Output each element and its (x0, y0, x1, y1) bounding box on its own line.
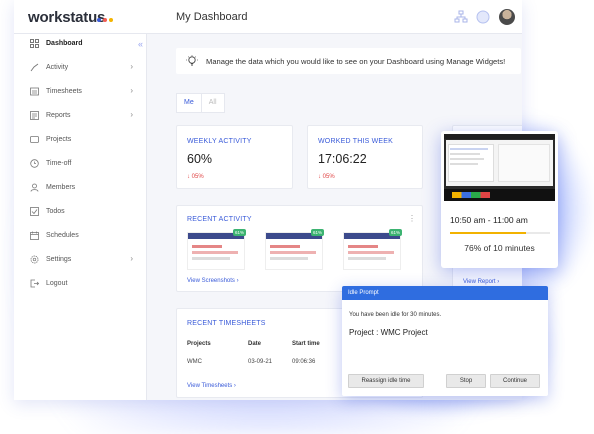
manage-widgets-banner: Manage the data which you would like to … (176, 48, 521, 74)
sidebar-item-label: Activity (46, 63, 69, 71)
sidebar: « Dashboard Activity › Timesheets › Repo… (14, 34, 147, 400)
card-title: RECENT ACTIVITY (187, 216, 252, 223)
worked-this-week-value: 17:06:22 (318, 152, 367, 166)
tab-all[interactable]: All (202, 94, 224, 112)
sidebar-item-schedules[interactable]: Schedules (14, 223, 147, 247)
screenshot-preview-image[interactable] (444, 134, 555, 201)
card-title: WEEKLY ACTIVITY (187, 138, 252, 145)
weekly-activity-value: 60% (187, 152, 213, 166)
column-header: Date (248, 341, 262, 347)
activity-percent: 76% of 10 minutes (464, 243, 535, 253)
page-title: My Dashboard (176, 11, 248, 23)
tab-me[interactable]: Me (177, 94, 202, 112)
sidebar-item-label: Time-off (46, 159, 72, 167)
view-report-link[interactable]: View Report › (463, 279, 499, 285)
recent-activity-card: RECENT ACTIVITY ⋮ 61% 61% 61% View Scree… (176, 205, 423, 292)
progress-fill (450, 232, 526, 234)
link-label: View Timesheets (187, 383, 233, 389)
sidebar-item-label: Projects (46, 135, 72, 143)
activity-icon (30, 63, 39, 72)
chevron-right-icon: › (130, 62, 133, 71)
chevron-right-icon: › (130, 254, 133, 263)
reports-icon (30, 110, 39, 120)
sidebar-item-label: Todos (46, 207, 65, 215)
view-timesheets-link[interactable]: View Timesheets › (187, 383, 236, 389)
sidebar-item-projects[interactable]: Projects (14, 127, 147, 151)
weekly-activity-delta: ↓ 05% (187, 174, 204, 180)
worked-this-week-card: WORKED THIS WEEK 17:06:22 ↓ 05% (307, 125, 423, 189)
globe-icon[interactable] (476, 10, 490, 24)
dialog-title: Idle Prompt (342, 286, 548, 300)
continue-button[interactable]: Continue (490, 374, 540, 388)
sidebar-item-reports[interactable]: Reports › (14, 103, 147, 127)
grid-icon (30, 38, 39, 48)
sidebar-item-label: Logout (46, 279, 68, 287)
todos-icon (30, 206, 39, 216)
screenshot-preview-card[interactable]: 10:50 am - 11:00 am 76% of 10 minutes (441, 131, 558, 268)
sidebar-item-timesheets[interactable]: Timesheets › (14, 79, 147, 103)
card-title: RECENT TIMESHEETS (187, 320, 266, 327)
banner-text: Manage the data which you would like to … (206, 56, 506, 66)
calendar-icon (30, 231, 39, 240)
idle-project: Project : WMC Project (349, 328, 428, 337)
timesheets-icon (30, 87, 39, 96)
logo-dot (109, 18, 113, 22)
organization-icon[interactable] (454, 10, 468, 24)
table-row[interactable]: WMC 03-09-21 09:06:36 (187, 359, 352, 365)
avatar[interactable] (499, 9, 515, 25)
weekly-activity-card: WEEKLY ACTIVITY 60% ↓ 05% (176, 125, 293, 189)
link-label: View Screenshots (187, 278, 235, 284)
more-options-icon[interactable]: ⋮ (408, 214, 416, 223)
chevron-right-icon: › (130, 110, 133, 119)
idle-message: You have been idle for 30 minutes. (349, 312, 442, 318)
gear-icon (30, 255, 39, 264)
lightbulb-icon (186, 55, 198, 66)
card-title: WORKED THIS WEEK (318, 138, 394, 145)
link-label: View Report (463, 279, 496, 285)
logo-dot (97, 18, 101, 22)
sidebar-item-label: Dashboard (46, 39, 83, 47)
idle-prompt-dialog: Idle Prompt You have been idle for 30 mi… (342, 286, 548, 396)
screenshot-thumbnail[interactable]: 61% (187, 229, 246, 270)
reassign-idle-time-button[interactable]: Reassign idle time (348, 374, 424, 388)
worked-this-week-delta: ↓ 05% (318, 174, 335, 180)
screenshot-thumbnail[interactable]: 61% (265, 229, 324, 270)
sidebar-item-todos[interactable]: Todos (14, 199, 147, 223)
table-cell: WMC (187, 359, 202, 365)
column-header: Projects (187, 341, 211, 347)
sidebar-item-label: Settings (46, 255, 72, 263)
delta-value: 05% (322, 174, 335, 180)
sidebar-item-label: Schedules (46, 231, 79, 239)
chevron-right-icon: › (130, 86, 133, 95)
sidebar-item-logout[interactable]: Logout (14, 271, 147, 295)
activity-badge: 61% (232, 229, 246, 236)
logout-icon (30, 279, 39, 288)
user-icon (30, 183, 39, 192)
table-header: Projects Date Start time (187, 341, 352, 347)
activity-progress-bar (450, 232, 550, 234)
logo-dots (97, 18, 113, 22)
sidebar-item-label: Timesheets (46, 87, 82, 95)
view-screenshots-link[interactable]: View Screenshots › (187, 278, 239, 284)
sidebar-item-activity[interactable]: Activity › (14, 55, 147, 79)
sidebar-item-time-off[interactable]: Time-off (14, 151, 147, 175)
stop-button[interactable]: Stop (446, 374, 486, 388)
clock-icon (30, 158, 39, 168)
time-range: 10:50 am - 11:00 am (450, 215, 528, 225)
activity-badge: 61% (388, 229, 402, 236)
sidebar-item-label: Reports (46, 111, 71, 119)
activity-badge: 61% (310, 229, 324, 236)
sidebar-item-label: Members (46, 183, 76, 191)
sidebar-item-settings[interactable]: Settings › (14, 247, 147, 271)
sidebar-item-members[interactable]: Members (14, 175, 147, 199)
table-cell: 03-09-21 (248, 359, 273, 365)
projects-icon (30, 135, 39, 144)
scope-tabs: Me All (176, 93, 225, 113)
screenshot-thumbnail[interactable]: 61% (343, 229, 402, 270)
top-bar: workstatus My Dashboard (14, 0, 522, 34)
sidebar-item-dashboard[interactable]: Dashboard (14, 31, 147, 55)
delta-value: 05% (191, 174, 204, 180)
logo: workstatus (28, 9, 106, 26)
logo-dot (103, 18, 107, 22)
